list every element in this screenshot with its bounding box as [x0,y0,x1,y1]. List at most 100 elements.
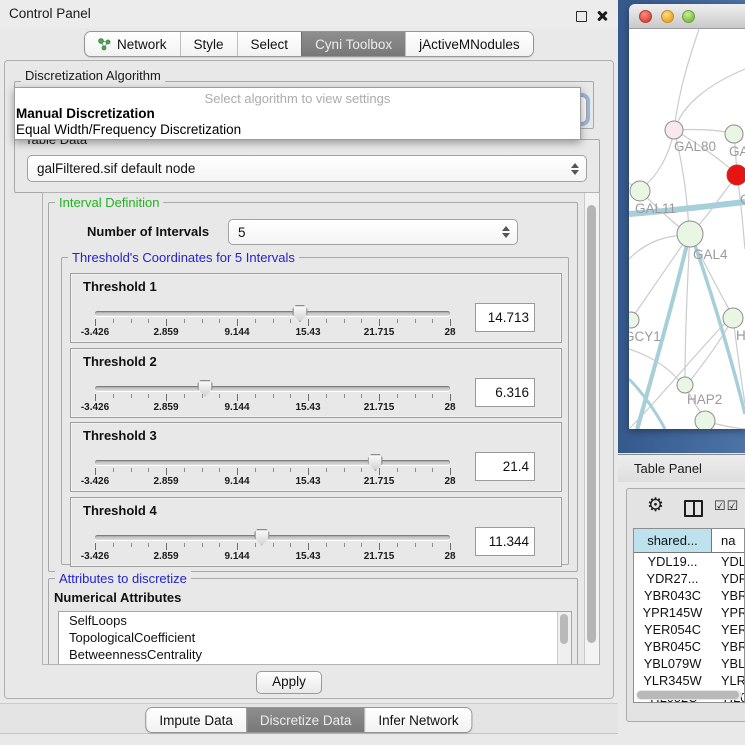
node-selected-red[interactable] [727,165,745,185]
algorithm-option-manual-discretization[interactable]: Manual Discretization [16,106,155,121]
slider-thumb[interactable] [198,380,213,397]
attribute-list-item[interactable]: SelfLoops [59,612,571,629]
node-bottom[interactable] [695,411,715,429]
popup-hint: Select algorithm to view settings [15,91,580,106]
table-row[interactable]: YBL079WYBL0 [634,655,744,672]
settings-scrollbar[interactable] [584,193,599,664]
table-row[interactable]: YLR345WYLR3 [634,672,744,689]
attribute-list-item[interactable]: TopologicalCoefficient [59,629,571,646]
threshold-panel: Threshold 3-3.4262.8599.14415.4321.71528… [70,422,562,492]
column-header-name[interactable]: na [712,529,744,552]
tab-select[interactable]: Select [237,32,302,56]
tick-mark [184,394,185,398]
cell-shared-name: YBR045C [634,638,712,655]
slider-track[interactable] [95,460,450,465]
slider-track[interactable] [95,311,450,316]
network-edge[interactable] [629,235,685,259]
scrollbar-thumb[interactable] [560,614,568,644]
table-hscrollbar[interactable] [636,690,742,700]
network-canvas[interactable]: GAL80GACGAL11GAL4GCY1HHAP2 [629,29,745,429]
threshold-value-field[interactable]: 6.316 [475,378,535,407]
table-data-combobox[interactable]: galFiltered.sif default node [27,155,587,182]
tab-impute-data[interactable]: Impute Data [146,708,246,732]
threshold-slider[interactable]: -3.4262.8599.14415.4321.71528 [95,423,450,491]
table-row[interactable]: YDL19...YDL1 [634,553,744,570]
node-gal11[interactable] [630,181,650,201]
algorithm-option-equal-width-frequency-discretization[interactable]: Equal Width/Frequency Discretization [16,122,241,137]
tick-mark [166,543,167,550]
node-gcy1[interactable] [629,312,639,328]
tick-mark [131,543,132,547]
table-row[interactable]: YBR043CYBR0 [634,587,744,604]
slider-thumb[interactable] [292,305,307,322]
threshold-value-field[interactable]: 11.344 [475,527,535,556]
node-gal80[interactable] [665,121,683,139]
tick-mark [219,394,220,398]
tick-mark [255,468,256,472]
table-row[interactable]: YER054CYER0 [634,621,744,638]
table-row[interactable]: YBR045CYBR0 [634,638,744,655]
column-header-shared-name[interactable]: shared... [634,529,712,552]
tick-mark [308,319,309,326]
bottom-tab-strip: Impute DataDiscretize DataInfer Network [145,707,472,733]
table-row[interactable]: YPR145WYPR1 [634,604,744,621]
node-label-gcy1: GCY1 [629,329,661,344]
node-hap2[interactable] [677,377,693,393]
tab-infer-network[interactable]: Infer Network [364,708,471,732]
group-title: Interval Definition [55,195,163,210]
zoom-traffic-light[interactable] [682,10,695,23]
tick-mark [148,394,149,398]
tab-label: Select [251,37,289,52]
tick-mark [95,543,96,550]
network-edge[interactable] [676,69,745,126]
list-scrollbar[interactable] [557,612,571,665]
tick-mark [344,543,345,547]
tab-label: Cyni Toolbox [315,37,392,52]
tick-mark [237,468,238,475]
table-row[interactable]: YDR27...YDR2 [634,570,744,587]
float-window-icon[interactable] [576,11,587,22]
scrollbar-thumb[interactable] [637,691,739,699]
gear-icon[interactable]: ⚙ [647,495,664,517]
minimize-traffic-light[interactable] [661,10,674,23]
node-gal4[interactable] [677,221,703,247]
num-intervals-combobox[interactable]: 5 [228,219,518,245]
slider-track[interactable] [95,535,450,540]
tick-mark [131,394,132,398]
node-partial-top-right[interactable] [725,125,743,143]
threshold-value-field[interactable]: 14.713 [475,303,535,332]
tab-style[interactable]: Style [180,32,237,56]
tick-mark [344,468,345,472]
slider-thumb[interactable] [368,454,383,471]
table-panel-inner: ⚙ ☑☑ shared... na YDL19...YDL1YDR27...YD… [626,488,745,722]
tab-cyni-toolbox[interactable]: Cyni Toolbox [301,32,405,56]
network-edge[interactable] [643,130,674,187]
apply-button[interactable]: Apply [256,671,322,694]
checkbox-filter-icons[interactable]: ☑☑ [714,498,739,514]
threshold-value-field[interactable]: 21.4 [475,452,535,481]
threshold-panel: Threshold 1-3.4262.8599.14415.4321.71528… [70,273,562,343]
slider-thumb[interactable] [254,529,269,546]
threshold-slider[interactable]: -3.4262.8599.14415.4321.71528 [95,498,450,566]
threshold-slider[interactable]: -3.4262.8599.14415.4321.71528 [95,349,450,417]
split-columns-icon[interactable] [684,500,703,517]
threshold-slider[interactable]: -3.4262.8599.14415.4321.71528 [95,274,450,342]
network-edge[interactable] [632,234,690,318]
close-icon[interactable] [596,10,608,22]
tab-network[interactable]: Network [85,32,180,56]
slider-track[interactable] [95,386,450,391]
network-edge[interactable] [674,29,699,130]
cell-name: YPR1 [712,604,744,621]
tick-mark [432,394,433,398]
tick-mark [219,543,220,547]
attribute-list-item[interactable]: BetweennessCentrality [59,646,571,663]
tick-label: -3.426 [81,402,109,413]
close-traffic-light[interactable] [639,10,652,23]
tick-label: 21.715 [364,327,395,338]
scrollbar-thumb[interactable] [587,205,596,643]
tick-label: 2.859 [153,476,178,487]
tab-discretize-data[interactable]: Discretize Data [246,708,365,732]
tab-jactivemnodules[interactable]: jActiveMNodules [405,32,533,56]
network-edge[interactable] [737,175,745,249]
node-h-node[interactable] [723,308,743,328]
